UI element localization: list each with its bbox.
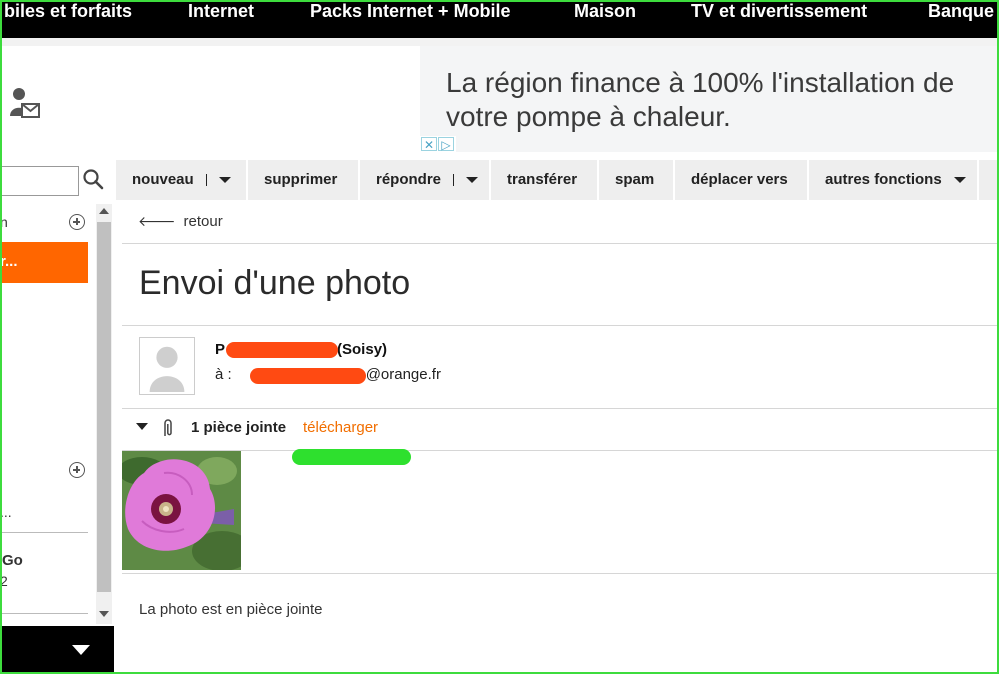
- divider: [122, 573, 999, 574]
- divider: [122, 450, 999, 451]
- sidebar-item-label[interactable]: ...: [0, 504, 12, 520]
- sidebar-item-selected[interactable]: r...: [0, 242, 88, 283]
- user-mail-icon[interactable]: [10, 86, 40, 120]
- divider: [122, 408, 999, 409]
- header-gap: [0, 38, 999, 46]
- divider: [0, 532, 88, 533]
- sidebar-storage-sub: 2: [0, 573, 8, 589]
- expand-down-icon[interactable]: [72, 645, 90, 655]
- sidebar-item-label: r...: [0, 253, 18, 270]
- flower-image: [122, 451, 241, 570]
- divider: [122, 325, 999, 326]
- divider: [0, 613, 88, 614]
- search-icon[interactable]: [82, 168, 104, 190]
- message-view: 🡐 retour Envoi d'une photo P (Soisy) à : @o…: [114, 200, 999, 674]
- arrow-left-icon: 🡐: [138, 213, 176, 229]
- message-body: La photo est en pièce jointe: [139, 601, 323, 618]
- scrollbar-thumb[interactable]: [97, 222, 111, 592]
- add-icon[interactable]: [69, 462, 85, 478]
- nav-item-maison[interactable]: Maison: [574, 0, 636, 22]
- reply-button-label: répondre: [376, 171, 442, 188]
- attachment-count: 1 pièce jointe: [191, 419, 287, 436]
- adchoices[interactable]: ✕ ▷: [420, 136, 456, 152]
- recipient-domain: @orange.fr: [365, 366, 441, 383]
- nav-item-forfaits[interactable]: biles et forfaits: [4, 0, 132, 22]
- chevron-down-icon[interactable]: [218, 177, 231, 184]
- sender-location: (Soisy): [337, 341, 388, 358]
- sidebar-item-label[interactable]: n: [0, 214, 8, 230]
- back-label: retour: [183, 213, 223, 230]
- nav-item-packs[interactable]: Packs Internet + Mobile: [310, 0, 511, 22]
- scroll-down-icon[interactable]: [99, 611, 109, 617]
- ad-text: La région finance à 100% l'installation …: [446, 67, 955, 132]
- sender-name: P: [215, 341, 226, 358]
- redaction-mark: [250, 368, 366, 384]
- divider: [122, 243, 999, 244]
- more-functions-label: autres fonctions: [825, 171, 942, 188]
- move-button[interactable]: déplacer vers: [675, 160, 809, 200]
- sender-avatar: [139, 337, 195, 395]
- paperclip-icon: [164, 419, 172, 436]
- message-subject: Envoi d'une photo: [139, 264, 411, 302]
- collapse-icon[interactable]: [136, 423, 148, 430]
- nav-item-tv[interactable]: TV et divertissement: [691, 0, 867, 22]
- back-link[interactable]: 🡐 retour: [138, 213, 223, 230]
- top-navigation: biles et forfaits Internet Packs Interne…: [0, 0, 999, 38]
- chevron-down-icon[interactable]: [953, 177, 966, 184]
- close-icon[interactable]: ✕: [421, 137, 437, 152]
- redaction-mark: [226, 342, 338, 358]
- download-link[interactable]: télécharger: [303, 419, 378, 436]
- scroll-up-icon[interactable]: [99, 208, 109, 214]
- nav-item-banque[interactable]: Banque: [928, 0, 994, 22]
- chevron-down-icon[interactable]: [466, 177, 479, 184]
- person-icon: [149, 346, 185, 393]
- new-button[interactable]: nouveau: [116, 160, 248, 200]
- advertisement-banner[interactable]: La région finance à 100% l'installation …: [420, 46, 997, 152]
- delete-button[interactable]: supprimer: [248, 160, 360, 200]
- sidebar-storage-title: Go: [2, 552, 23, 569]
- sidebar-footer: [0, 626, 114, 674]
- forward-button[interactable]: transférer: [491, 160, 599, 200]
- new-button-label: nouveau: [132, 171, 194, 188]
- search-input[interactable]: [0, 166, 79, 196]
- recipient-prefix: à :: [215, 366, 232, 383]
- spam-button[interactable]: spam: [599, 160, 675, 200]
- highlight-mark: [292, 449, 411, 465]
- reply-button[interactable]: répondre: [360, 160, 491, 200]
- more-functions-button[interactable]: autres fonctions: [809, 160, 979, 200]
- nav-item-internet[interactable]: Internet: [188, 0, 254, 22]
- attachment-thumbnail[interactable]: [122, 451, 241, 570]
- add-folder-icon[interactable]: [69, 214, 85, 230]
- mail-toolbar: nouveau supprimer répondre transférer sp…: [116, 160, 999, 200]
- adchoices-icon[interactable]: ▷: [438, 137, 454, 152]
